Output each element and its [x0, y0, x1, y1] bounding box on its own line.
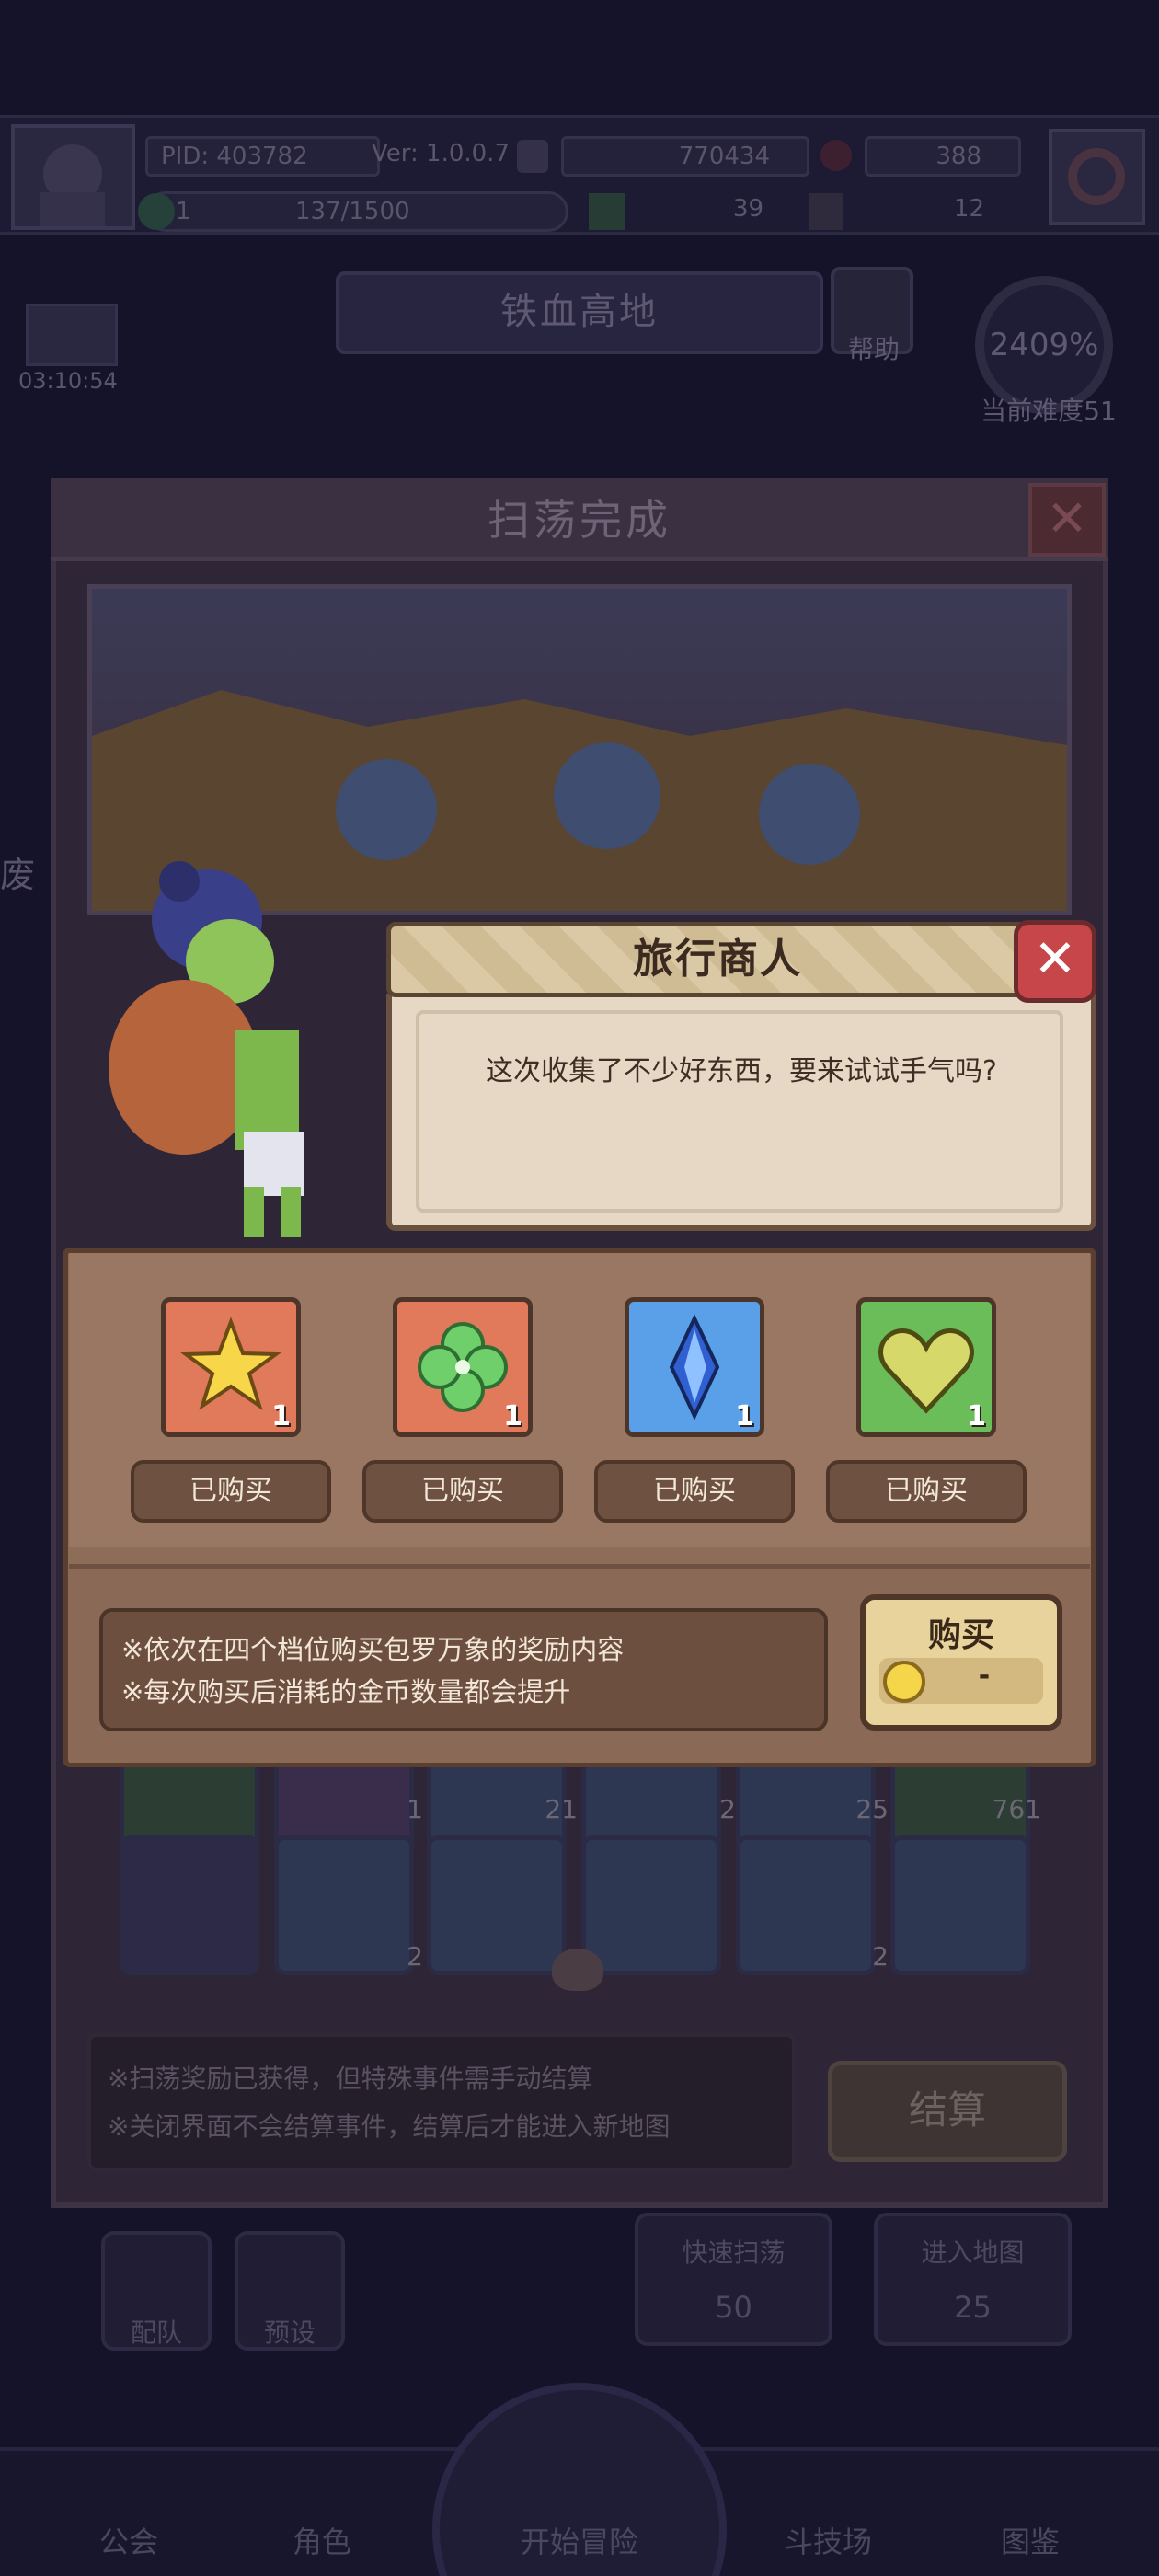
dialog-frame: [416, 1010, 1063, 1213]
close-icon: ✕: [1033, 929, 1077, 989]
nav-guild[interactable]: 公会: [37, 2519, 221, 2561]
exp-value: 137/1500: [295, 198, 410, 225]
slot-status-bought[interactable]: 已购买: [826, 1460, 1027, 1523]
enter-map-label: 进入地图: [921, 2237, 1025, 2268]
ruby-icon: [820, 140, 852, 171]
slot-quantity: 1: [503, 1400, 522, 1432]
item-count: 25: [855, 1794, 889, 1824]
shop-info-box: ※依次在四个档位购买包罗万象的奖励内容 ※每次购买后消耗的金币数量都会提升: [99, 1608, 828, 1731]
shop-info-line-1: ※依次在四个档位购买包罗万象的奖励内容: [121, 1634, 625, 1665]
slot-quantity: 1: [271, 1400, 291, 1432]
item-count: 2: [407, 1941, 423, 1972]
event-timer: 03:10:54: [18, 368, 118, 394]
sweep-note-1: ※扫荡奖励已获得，但特殊事件需手动结算: [108, 2064, 593, 2094]
merchant-title-bar: 旅行商人: [386, 922, 1049, 997]
heart-scroll-icon: [552, 1949, 603, 1991]
enter-map-button[interactable]: 进入地图 25: [874, 2213, 1072, 2346]
game-screen: PID: 403782 Ver: 1.0.0.7 770434 388 1 13…: [0, 0, 1159, 2576]
quick-sweep-button[interactable]: 快速扫荡 50: [635, 2213, 832, 2346]
team-label: 配队: [130, 2317, 182, 2348]
settle-label: 结算: [908, 2087, 986, 2133]
shop-info-line-2: ※每次购买后消耗的金币数量都会提升: [121, 1676, 571, 1708]
quick-sweep-label: 快速扫荡: [682, 2237, 786, 2268]
potion-count: 12: [953, 195, 984, 223]
inventory-slot[interactable]: [120, 1835, 259, 1975]
difficulty-percent: 2409%: [989, 327, 1099, 363]
item-count: 761: [992, 1794, 1041, 1824]
shop-slot-heart[interactable]: 1: [856, 1297, 996, 1437]
settle-button[interactable]: 结算: [828, 2061, 1067, 2162]
sweep-title: 扫荡完成: [488, 495, 671, 545]
clover-small-icon: [589, 193, 625, 230]
gold-display: 770434: [561, 136, 809, 177]
avatar-portrait-icon: [40, 144, 105, 226]
sweep-close-button[interactable]: ✕: [1028, 483, 1106, 557]
exp-bar: 1 137/1500: [145, 191, 568, 232]
item-count: 2: [719, 1794, 736, 1824]
slot-quantity: 1: [967, 1400, 986, 1432]
help-label: 帮助: [847, 334, 900, 364]
item-count: 21: [545, 1794, 578, 1824]
energy-value: 1: [176, 198, 191, 225]
slot-status-bought[interactable]: 已购买: [362, 1460, 563, 1523]
preset-button[interactable]: 预设: [235, 2231, 345, 2351]
potion-icon: [809, 193, 843, 230]
item-count: 2: [872, 1941, 889, 1972]
version-display: Ver: 1.0.0.7: [372, 140, 510, 167]
sweep-title-bar: 扫荡完成: [51, 478, 1108, 561]
coin-icon: [883, 1661, 925, 1703]
team-button[interactable]: 配队: [101, 2231, 212, 2351]
preset-label: 预设: [263, 2317, 316, 2348]
shop-slot-star[interactable]: 1: [161, 1297, 301, 1437]
nav-collection[interactable]: 图鉴: [938, 2519, 1122, 2561]
merchant-close-button[interactable]: ✕: [1014, 920, 1096, 1003]
player-avatar[interactable]: [11, 124, 135, 230]
quick-sweep-cost: 50: [715, 2290, 752, 2325]
sweep-notes: ※扫荡奖励已获得，但特殊事件需手动结算 ※关闭界面不会结算事件，结算后才能进入新…: [87, 2033, 796, 2171]
gear-icon: [1068, 148, 1125, 205]
nav-start-adventure[interactable]: 开始冒险: [460, 2519, 699, 2561]
inventory-slot[interactable]: [890, 1835, 1030, 1975]
slot-quantity: 1: [735, 1400, 754, 1432]
pid-display: PID: 403782: [145, 136, 380, 177]
merchant-title: 旅行商人: [633, 936, 802, 983]
difficulty-label: 当前难度51: [981, 396, 1117, 426]
shop-slot-clover[interactable]: 1: [393, 1297, 533, 1437]
map-name: 铁血高地: [500, 291, 659, 333]
menu-icon[interactable]: [517, 140, 548, 173]
buy-price: -: [978, 1660, 991, 1692]
inventory-slot[interactable]: [427, 1835, 567, 1975]
slot-status-bought[interactable]: 已购买: [131, 1460, 331, 1523]
buy-label: 购买: [927, 1616, 994, 1654]
nav-character[interactable]: 角色: [230, 2519, 414, 2561]
settings-gear-icon[interactable]: [1049, 129, 1145, 225]
nav-arena[interactable]: 斗技场: [736, 2519, 920, 2561]
inventory-slot[interactable]: [581, 1835, 721, 1975]
enter-map-cost: 25: [954, 2290, 992, 2325]
shop-slot-crystal[interactable]: 1: [625, 1297, 764, 1437]
chest-icon[interactable]: [26, 304, 118, 366]
energy-icon: [138, 193, 175, 230]
slot-status-bought[interactable]: 已购买: [594, 1460, 795, 1523]
sweep-note-2: ※关闭界面不会结算事件，结算后才能进入新地图: [108, 2111, 671, 2142]
item-count: 1: [407, 1794, 423, 1824]
side-text: 废: [0, 855, 36, 895]
merchant-character-image: [109, 861, 304, 1237]
clover-count: 39: [732, 195, 763, 223]
merchant-dialog-text: 这次收集了不少好东西，要来试试手气吗?: [486, 1055, 997, 1087]
map-selector[interactable]: 铁血高地: [336, 271, 823, 354]
gem-display: 388: [865, 136, 1021, 177]
